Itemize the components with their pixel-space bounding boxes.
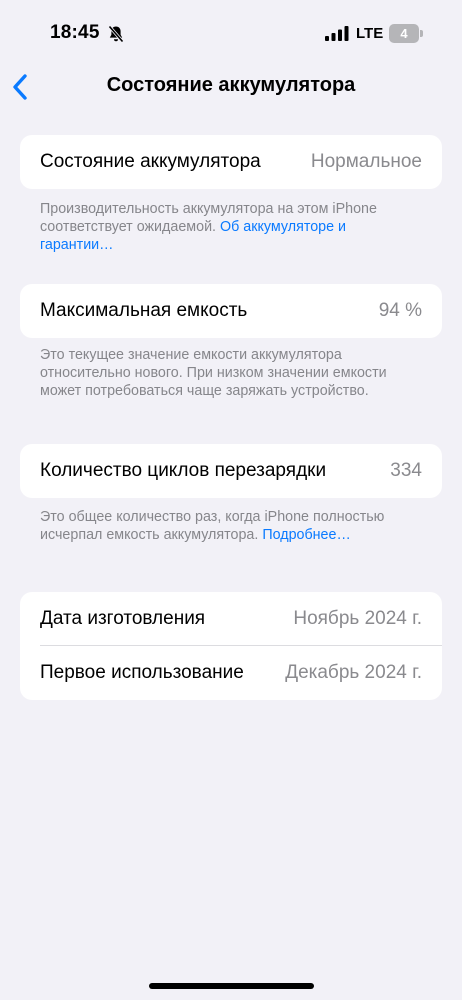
- battery-health-footnote: Производительность аккумулятора на этом …: [40, 200, 410, 254]
- cycle-count-row: Количество циклов перезарядки 334: [20, 444, 442, 498]
- manufacture-date-row: Дата изготовления Ноябрь 2024 г.: [20, 592, 442, 646]
- battery-level: 4: [389, 24, 419, 43]
- cellular-signal-icon: [325, 26, 349, 41]
- max-capacity-footnote: Это текущее значение емкости аккумулятор…: [40, 346, 410, 400]
- max-capacity-value: 94 %: [378, 300, 422, 321]
- dates-card: Дата изготовления Ноябрь 2024 г. Первое …: [20, 592, 442, 700]
- network-type: LTE: [356, 25, 384, 42]
- max-capacity-row: Максимальная емкость 94 %: [20, 284, 442, 338]
- cycle-count-label: Количество циклов перезарядки: [40, 460, 327, 481]
- battery-health-value: Нормальное: [310, 151, 422, 172]
- navigation-bar: Состояние аккумулятора: [0, 68, 462, 108]
- battery-health-screen: 18:45 LTE 4 Состояние аккумулятора Состо…: [0, 0, 462, 1000]
- max-capacity-label: Максимальная емкость: [40, 300, 248, 321]
- first-use-value: Декабрь 2024 г.: [285, 662, 422, 683]
- cycle-count-value: 334: [390, 460, 422, 481]
- first-use-row: Первое использование Декабрь 2024 г.: [20, 646, 442, 700]
- status-time: 18:45: [50, 22, 100, 43]
- home-indicator[interactable]: [149, 983, 314, 989]
- bell-slash-icon: [108, 25, 124, 43]
- battery-health-card: Состояние аккумулятора Нормальное: [20, 135, 442, 189]
- battery-icon: 4: [389, 24, 423, 43]
- max-capacity-card: Максимальная емкость 94 %: [20, 284, 442, 338]
- cycle-count-footnote: Это общее количество раз, когда iPhone п…: [40, 508, 410, 544]
- battery-health-row: Состояние аккумулятора Нормальное: [20, 135, 442, 189]
- battery-health-label: Состояние аккумулятора: [40, 151, 261, 172]
- cycle-count-card: Количество циклов перезарядки 334: [20, 444, 442, 498]
- manufacture-date-label: Дата изготовления: [40, 608, 206, 629]
- max-capacity-footnote-text: Это текущее значение емкости аккумулятор…: [40, 347, 387, 399]
- first-use-label: Первое использование: [40, 662, 244, 683]
- manufacture-date-value: Ноябрь 2024 г.: [293, 608, 422, 629]
- status-bar: 18:45 LTE 4: [0, 0, 462, 68]
- more-info-link[interactable]: Подробнее…: [262, 527, 350, 543]
- page-title: Состояние аккумулятора: [106, 74, 356, 96]
- battery-cap: [420, 30, 423, 37]
